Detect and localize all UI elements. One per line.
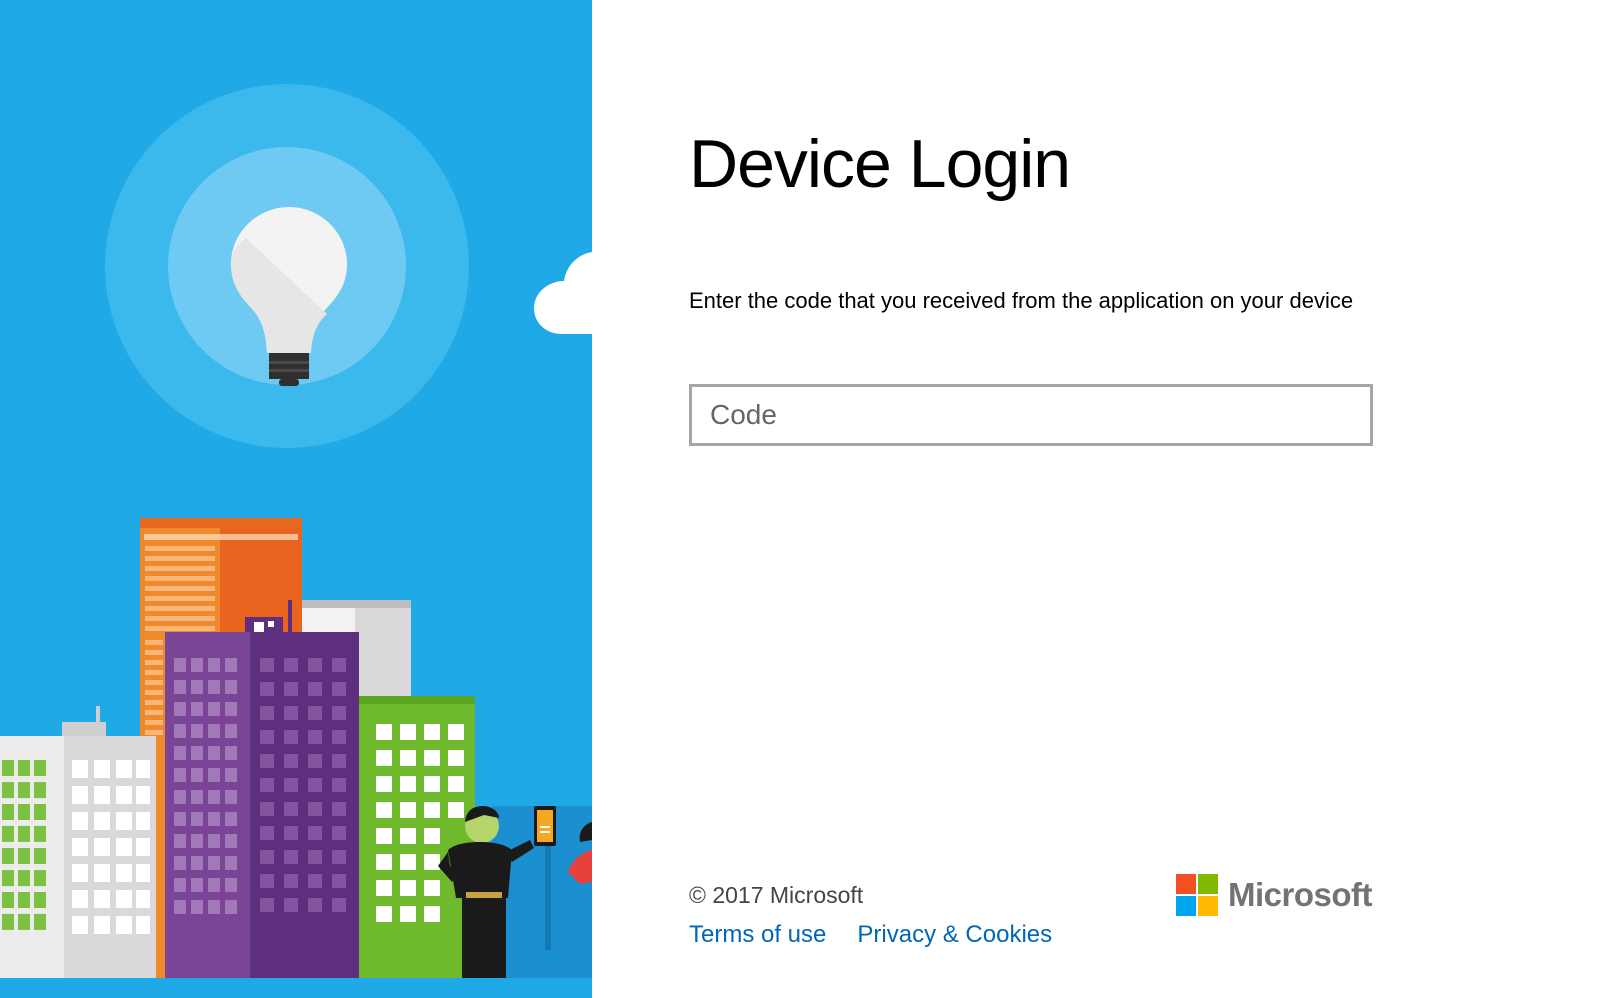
page-title: Device Login xyxy=(689,126,1071,202)
terms-of-use-link[interactable]: Terms of use xyxy=(689,920,826,950)
code-input[interactable] xyxy=(689,384,1373,446)
microsoft-logo: Microsoft xyxy=(1176,874,1373,916)
login-panel: Device Login Enter the code that you rec… xyxy=(592,0,1606,998)
city-illustration xyxy=(0,0,592,998)
privacy-cookies-link[interactable]: Privacy & Cookies xyxy=(857,920,1052,950)
microsoft-squares-icon xyxy=(1176,874,1218,916)
footer-links: Terms of use Privacy & Cookies xyxy=(689,920,1052,950)
device-login-page: Device Login Enter the code that you rec… xyxy=(0,0,1606,998)
instruction-text: Enter the code that you received from th… xyxy=(689,288,1354,313)
copyright-text: © 2017 Microsoft xyxy=(689,882,864,908)
microsoft-wordmark: Microsoft xyxy=(1228,876,1373,913)
